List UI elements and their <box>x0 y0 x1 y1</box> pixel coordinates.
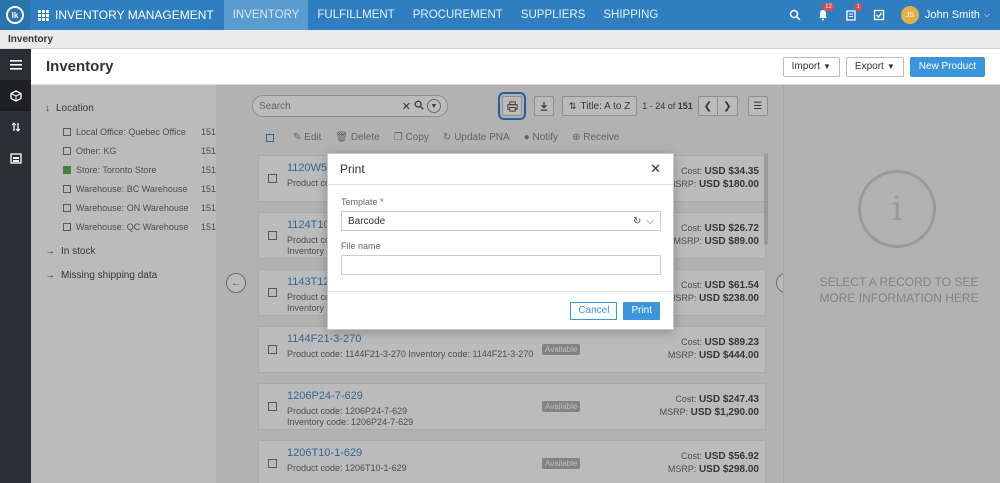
template-label-text: Template <box>341 197 378 207</box>
print-dialog-footer: Cancel Print <box>328 291 673 329</box>
chevron-down-icon: ▼ <box>823 62 831 71</box>
search-icon[interactable] <box>781 0 809 30</box>
checklist-icon[interactable] <box>865 0 893 30</box>
tasks-badge: 1 <box>854 3 862 11</box>
nav-procurement[interactable]: PROCUREMENT <box>404 0 512 30</box>
export-button[interactable]: Export ▼ <box>845 56 904 77</box>
import-label: Import <box>791 61 820 72</box>
chevron-down-icon: ⌵ <box>983 10 990 19</box>
print-dialog-title: Print <box>340 162 365 176</box>
chevron-down-icon[interactable]: ⌵ <box>646 216 654 227</box>
warehouse-icon[interactable] <box>0 142 31 173</box>
user-name: John Smith <box>924 9 980 21</box>
export-label: Export <box>854 61 884 72</box>
notifications-bell-icon[interactable]: 12 <box>809 0 837 30</box>
close-icon[interactable]: ✕ <box>650 161 661 177</box>
nav-shipping[interactable]: SHIPPING <box>594 0 667 30</box>
breadcrumb: Inventory <box>0 30 1000 49</box>
new-product-button[interactable]: New Product <box>909 56 985 77</box>
avatar: JS <box>900 6 919 24</box>
user-menu[interactable]: JS John Smith ⌵ <box>893 6 1000 24</box>
print-confirm-button[interactable]: Print <box>623 301 660 320</box>
app-title-text: INVENTORY MANAGEMENT <box>55 8 214 22</box>
page-header: Inventory Import ▼ Export ▼ New Product <box>31 49 1000 85</box>
sort-arrows-icon[interactable] <box>0 111 31 142</box>
app-title[interactable]: INVENTORY MANAGEMENT <box>30 0 224 30</box>
tasks-icon[interactable]: 1 <box>837 0 865 30</box>
template-label: Template * <box>341 197 660 207</box>
page-title: Inventory <box>46 58 114 75</box>
template-select[interactable]: Barcode ↻ ⌵ <box>341 211 661 231</box>
required-marker: * <box>380 197 384 207</box>
nav-inventory[interactable]: INVENTORY <box>223 0 309 30</box>
filename-input[interactable] <box>341 255 661 275</box>
app-logo[interactable]: lk <box>0 0 30 30</box>
inventory-box-icon[interactable] <box>0 80 31 111</box>
refresh-icon[interactable]: ↻ <box>633 216 641 227</box>
menu-hamburger-icon[interactable] <box>0 49 31 80</box>
print-dialog-header: Print ✕ <box>328 154 673 185</box>
filename-label: File name <box>341 241 381 251</box>
cancel-button[interactable]: Cancel <box>570 301 618 320</box>
logo-icon: lk <box>6 6 24 24</box>
left-rail <box>0 49 31 483</box>
top-nav-bar: lk INVENTORY MANAGEMENT INVENTORY FULFIL… <box>0 0 1000 30</box>
import-button[interactable]: Import ▼ <box>782 56 840 77</box>
nav-fulfillment[interactable]: FULFILLMENT <box>308 0 403 30</box>
notifications-badge: 12 <box>823 3 834 11</box>
chevron-down-icon: ▼ <box>886 62 895 71</box>
nav-suppliers[interactable]: SUPPLIERS <box>512 0 595 30</box>
print-dialog: Print ✕ Template * Barcode ↻ ⌵ File name… <box>327 153 674 330</box>
apps-grid-icon <box>38 9 49 21</box>
template-value: Barcode <box>348 215 386 227</box>
